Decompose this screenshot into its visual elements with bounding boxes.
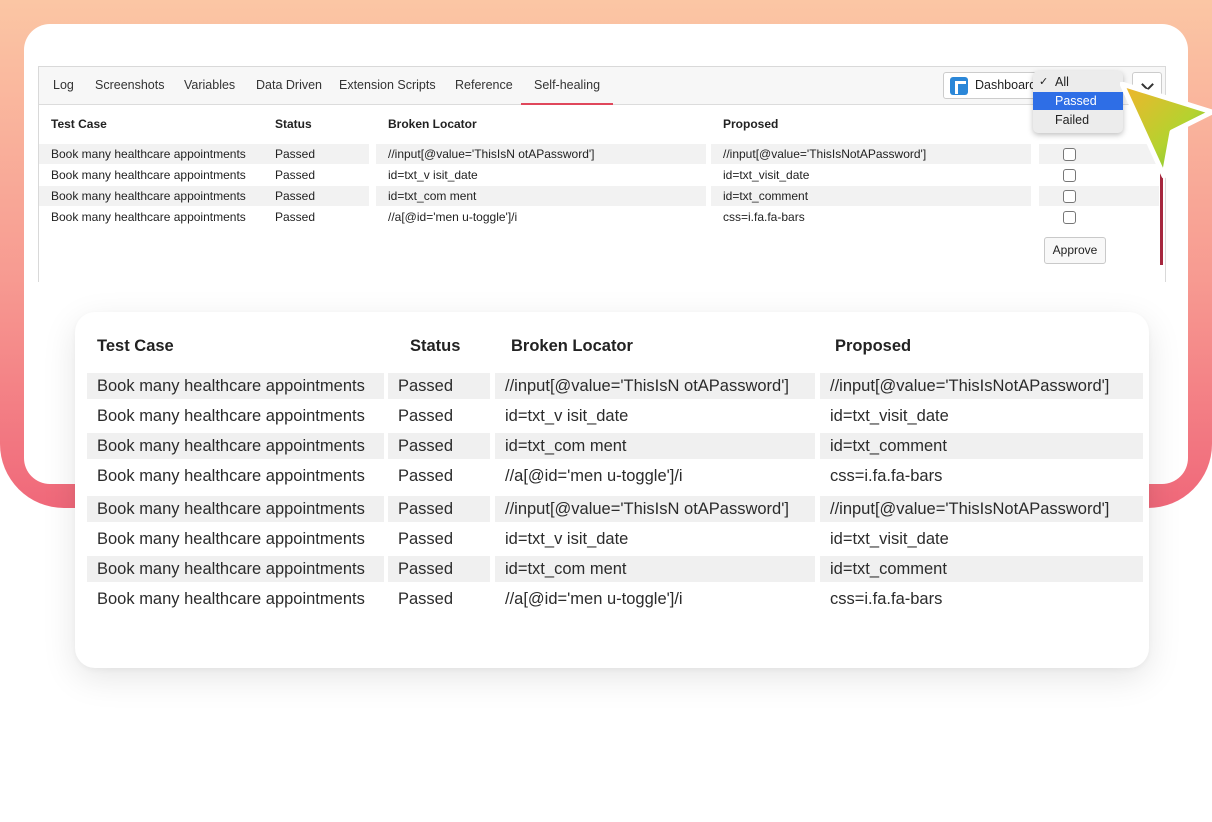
cell-proposed: //input[@value='ThisIsNotAPassword']	[820, 373, 1143, 399]
dashboard-logo-icon	[950, 77, 968, 95]
cell-test-case: Book many healthcare appointments	[39, 186, 263, 206]
tab-reference[interactable]: Reference	[455, 67, 513, 105]
cell-test-case: Book many healthcare appointments	[87, 496, 384, 522]
approve-checkbox[interactable]	[1063, 190, 1076, 203]
cell-test-case: Book many healthcare appointments	[87, 556, 384, 582]
table-row: Book many healthcare appointments Passed…	[39, 207, 1159, 227]
cell-broken-locator: //input[@value='ThisIsN otAPassword']	[495, 373, 815, 399]
cell-status: Passed	[388, 496, 490, 522]
cell-broken-locator: //input[@value='ThisIsN otAPassword']	[495, 496, 815, 522]
cell-test-case: Book many healthcare appointments	[97, 467, 365, 485]
cell-proposed: id=txt_comment	[711, 186, 1031, 206]
table-row: Book many healthcare appointments Passed…	[87, 556, 1143, 582]
cell-status: Passed	[398, 590, 454, 608]
approve-button[interactable]: Approve	[1044, 237, 1106, 264]
cell-proposed: css=i.fa.fa-bars	[830, 467, 943, 485]
cell-proposed: css=i.fa.fa-bars	[723, 210, 805, 224]
cell-broken-locator: //a[@id='men u-toggle']/i	[505, 467, 683, 485]
table-row: Book many healthcare appointments Passed…	[87, 373, 1143, 399]
column-header-test-case: Test Case	[97, 337, 174, 355]
cell-test-case: Book many healthcare appointments	[97, 407, 365, 425]
cell-status: Passed	[388, 373, 490, 399]
approve-checkbox[interactable]	[1063, 148, 1076, 161]
cell-approve	[1039, 186, 1159, 206]
table-row: Book many healthcare appointments Passed…	[87, 463, 1143, 489]
cell-broken-locator: id=txt_v isit_date	[388, 168, 478, 182]
cell-status: Passed	[388, 556, 490, 582]
cell-test-case: Book many healthcare appointments	[51, 210, 246, 224]
column-header-test-case: Test Case	[51, 117, 107, 131]
table-row: Book many healthcare appointments Passed…	[87, 526, 1143, 552]
tab-bar: Log Screenshots Variables Data Driven Ex…	[39, 67, 1165, 105]
cell-proposed: //input[@value='ThisIsNotAPassword']	[711, 144, 1031, 164]
column-header-status: Status	[410, 337, 461, 355]
cell-proposed: //input[@value='ThisIsNotAPassword']	[820, 496, 1143, 522]
cell-broken-locator: //input[@value='ThisIsN otAPassword']	[376, 144, 706, 164]
cell-proposed: id=txt_visit_date	[830, 407, 949, 425]
zoomed-table-card: Test Case Status Broken Locator Proposed…	[75, 312, 1149, 668]
cell-proposed: id=txt_visit_date	[723, 168, 810, 182]
cell-status: Passed	[263, 144, 369, 164]
checkmark-icon: ✓	[1039, 76, 1049, 88]
cell-test-case: Book many healthcare appointments	[87, 433, 384, 459]
dropdown-option-label: All	[1055, 75, 1069, 89]
dropdown-option-all[interactable]: ✓ All	[1033, 73, 1123, 91]
tab-data-driven[interactable]: Data Driven	[256, 67, 322, 105]
cell-proposed: id=txt_comment	[820, 433, 1143, 459]
cell-test-case: Book many healthcare appointments	[97, 530, 365, 548]
cell-test-case: Book many healthcare appointments	[87, 373, 384, 399]
table-row: Book many healthcare appointments Passed…	[39, 186, 1159, 206]
tab-screenshots[interactable]: Screenshots	[95, 67, 164, 105]
table-row: Book many healthcare appointments Passed…	[87, 586, 1143, 612]
approve-checkbox[interactable]	[1063, 169, 1076, 182]
table-row: Book many healthcare appointments Passed…	[87, 496, 1143, 522]
cell-broken-locator: id=txt_com ment	[376, 186, 706, 206]
tab-extension-scripts[interactable]: Extension Scripts	[339, 67, 436, 105]
table-row: Book many healthcare appointments Passed…	[39, 165, 1159, 185]
cell-status: Passed	[275, 168, 316, 182]
table-row: Book many healthcare appointments Passed…	[39, 144, 1159, 164]
cell-status: Passed	[398, 530, 454, 548]
column-header-broken-locator: Broken Locator	[388, 117, 477, 131]
column-header-proposed: Proposed	[835, 337, 912, 355]
column-header-proposed: Proposed	[723, 117, 779, 131]
tab-log[interactable]: Log	[53, 67, 74, 105]
report-panel: Log Screenshots Variables Data Driven Ex…	[38, 66, 1166, 282]
cell-broken-locator: id=txt_com ment	[495, 433, 815, 459]
cell-status: Passed	[398, 407, 454, 425]
cell-broken-locator: id=txt_com ment	[495, 556, 815, 582]
cell-status: Passed	[398, 467, 454, 485]
cell-broken-locator: id=txt_v isit_date	[505, 530, 629, 548]
dropdown-option-label: Failed	[1055, 113, 1090, 127]
cell-proposed: id=txt_visit_date	[830, 530, 949, 548]
cell-status: Passed	[275, 210, 316, 224]
cell-test-case: Book many healthcare appointments	[39, 144, 263, 164]
dashboard-label: Dashboard	[975, 78, 1037, 92]
approve-checkbox[interactable]	[1063, 211, 1076, 224]
cell-broken-locator: //a[@id='men u-toggle']/i	[388, 210, 518, 224]
cell-proposed: id=txt_comment	[820, 556, 1143, 582]
tab-self-healing[interactable]: Self-healing	[521, 67, 614, 105]
cell-test-case: Book many healthcare appointments	[97, 590, 365, 608]
dropdown-option-label: Passed	[1055, 94, 1097, 108]
column-header-status: Status	[275, 117, 312, 131]
status-filter-dropdown[interactable]: ✓ All Passed Failed	[1033, 71, 1123, 133]
cell-status: Passed	[388, 433, 490, 459]
dropdown-option-failed[interactable]: Failed	[1033, 111, 1123, 129]
tab-variables[interactable]: Variables	[184, 67, 235, 105]
table-row: Book many healthcare appointments Passed…	[87, 433, 1143, 459]
dropdown-option-passed[interactable]: Passed	[1033, 92, 1123, 110]
cell-status: Passed	[263, 186, 369, 206]
cursor-arrow-icon	[1120, 82, 1212, 179]
cell-broken-locator: id=txt_v isit_date	[505, 407, 629, 425]
column-header-broken-locator: Broken Locator	[511, 337, 633, 355]
cell-broken-locator: //a[@id='men u-toggle']/i	[505, 590, 683, 608]
table-row: Book many healthcare appointments Passed…	[87, 403, 1143, 429]
cell-test-case: Book many healthcare appointments	[51, 168, 246, 182]
dashboard-button[interactable]: Dashboard	[943, 72, 1037, 99]
cell-proposed: css=i.fa.fa-bars	[830, 590, 943, 608]
